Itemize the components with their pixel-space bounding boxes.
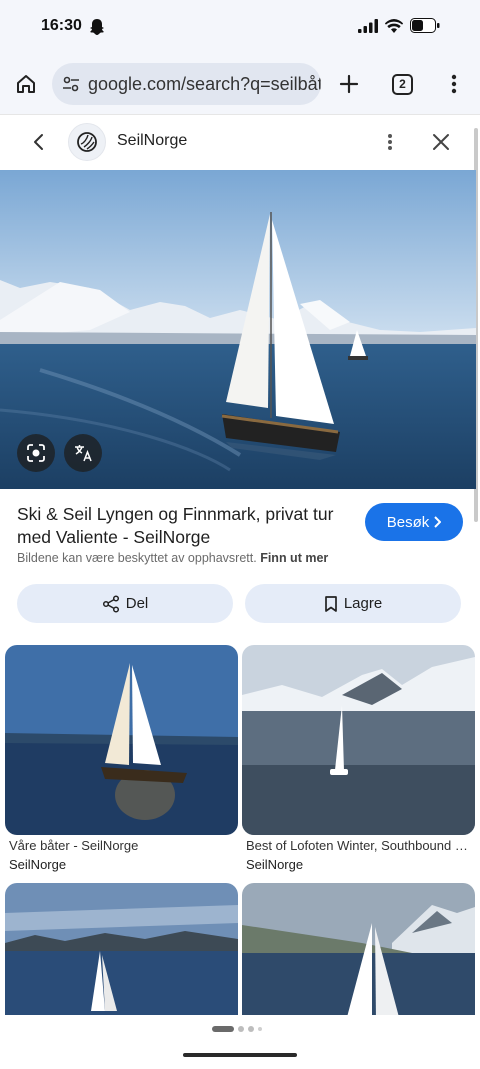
copyright-text: Bildene kan være beskyttet av opphavsret… [17, 551, 257, 565]
more-vert-icon [388, 134, 392, 150]
bottom-bar [0, 1015, 480, 1069]
address-bar[interactable]: google.com/search?q=seilbåt [52, 63, 321, 105]
site-logo-icon [77, 132, 97, 152]
chevron-right-icon [434, 516, 442, 528]
page-dot [238, 1026, 244, 1032]
winter-fjord-image [242, 645, 475, 835]
home-indicator[interactable] [183, 1053, 297, 1057]
snapchat-icon [90, 19, 104, 35]
page-dot [248, 1026, 254, 1032]
lens-search-button[interactable] [17, 434, 55, 472]
visit-label: Besøk [386, 513, 430, 531]
share-label: Del [125, 595, 149, 612]
bookmark-icon [324, 595, 337, 612]
site-name[interactable]: SeilNorge [117, 132, 187, 150]
tune-icon[interactable] [62, 75, 80, 93]
status-time: 16:30 [41, 17, 82, 34]
copyright-notice: Bildene kan være beskyttet av opphavsret… [17, 551, 328, 565]
learn-more-link[interactable]: Finn ut mer [260, 551, 328, 565]
share-icon [102, 594, 119, 613]
save-label: Lagre [343, 595, 383, 612]
page-indicator [212, 1026, 262, 1032]
home-button[interactable] [12, 70, 40, 98]
back-chevron-icon [34, 134, 43, 150]
sailboat-mountain-image [242, 883, 475, 1015]
related-thumbnail[interactable] [5, 883, 238, 1015]
plus-icon [339, 74, 359, 94]
related-thumbnail[interactable] [5, 645, 238, 835]
share-button[interactable]: Del [17, 584, 233, 623]
sailboat-coast-image [5, 883, 238, 1015]
card-title: Best of Lofoten Winter, Southbound - Sei… [246, 838, 470, 853]
wifi-icon [385, 18, 403, 33]
page-dot [258, 1027, 262, 1031]
url-text: google.com/search?q=seilbåt [88, 73, 321, 94]
card-source: SeilNorge [246, 857, 304, 872]
card-source: SeilNorge [9, 857, 67, 872]
translate-icon [75, 445, 92, 462]
save-button[interactable]: Lagre [245, 584, 461, 623]
browser-toolbar: google.com/search?q=seilbåt 2 [0, 54, 480, 114]
translate-button[interactable] [64, 434, 102, 472]
page-dot-active [212, 1026, 234, 1032]
close-button[interactable] [429, 130, 453, 154]
browser-menu-button[interactable] [440, 70, 468, 98]
related-thumbnail[interactable] [242, 883, 475, 1015]
image-viewer-header: SeilNorge [0, 115, 480, 170]
related-thumbnail[interactable] [242, 645, 475, 835]
sailboat-dusk-image [5, 645, 238, 835]
result-title[interactable]: Ski & Seil Lyngen og Finnmark, privat tu… [17, 503, 357, 549]
signal-icon [358, 18, 378, 33]
back-button[interactable] [26, 130, 50, 154]
status-indicators [358, 18, 440, 33]
more-vert-icon [451, 74, 457, 94]
battery-icon [410, 18, 440, 33]
viewer-more-button[interactable] [378, 130, 402, 154]
status-bar: 16:30 [0, 0, 480, 54]
lens-icon [27, 444, 45, 462]
close-icon [433, 134, 449, 150]
home-icon [17, 75, 35, 93]
new-tab-button[interactable] [335, 70, 363, 98]
tab-switcher-button[interactable]: 2 [392, 74, 413, 95]
card-title: Våre båter - SeilNorge [9, 838, 139, 853]
site-logo[interactable] [68, 123, 106, 161]
visit-button[interactable]: Besøk [365, 503, 463, 541]
